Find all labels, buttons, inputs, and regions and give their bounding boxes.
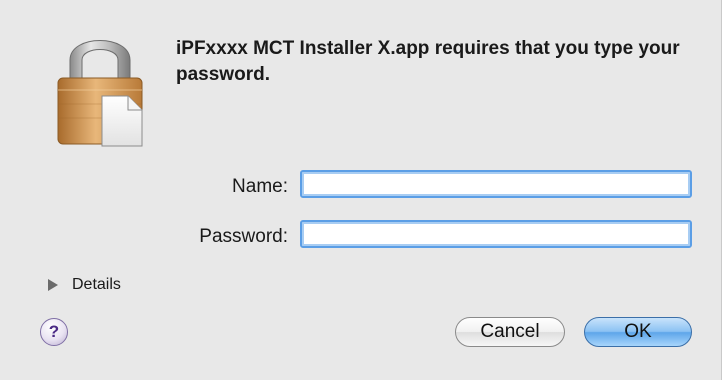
password-field[interactable] [300,220,692,248]
cancel-button[interactable]: Cancel [455,317,565,347]
dialog-message: iPFxxxx MCT Installer X.app requires tha… [176,38,680,85]
name-field[interactable] [300,170,692,198]
password-label: Password: [199,226,288,247]
details-label[interactable]: Details [72,276,121,294]
disclosure-triangle-icon[interactable] [48,279,58,291]
document-icon [101,95,143,147]
help-icon: ? [48,322,60,341]
ok-button[interactable]: OK [584,317,692,347]
name-label: Name: [232,176,288,197]
authentication-dialog: iPFxxxx MCT Installer X.app requires tha… [0,0,722,380]
help-button[interactable]: ? [40,318,68,346]
details-disclosure[interactable]: Details [48,276,121,294]
lock-icon [57,40,143,147]
